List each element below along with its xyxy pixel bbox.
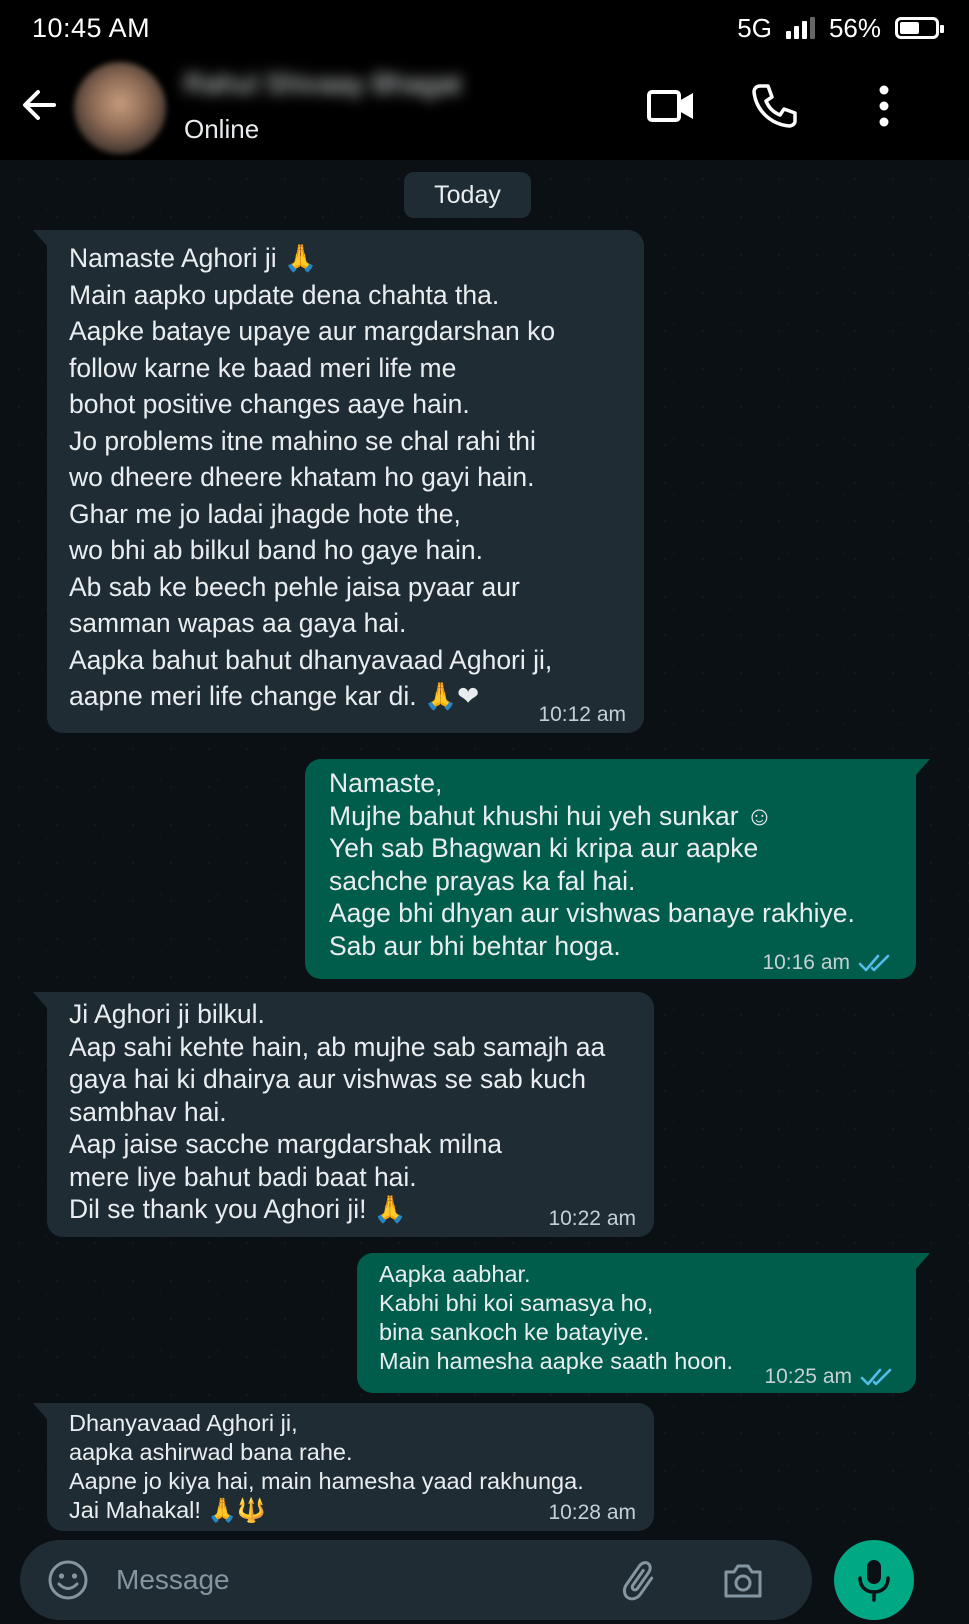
emoji-icon[interactable] xyxy=(46,1558,90,1602)
battery-percent: 56% xyxy=(828,12,881,43)
mic-icon xyxy=(858,1560,890,1602)
status-time: 10:45 AM xyxy=(32,12,151,43)
voice-call-icon[interactable] xyxy=(746,78,802,134)
message-text: Dhanyavaad Aghori ji, aapka ashirwad ban… xyxy=(69,1409,584,1525)
message-line: Ghar me jo ladai jhagde hote the, xyxy=(69,498,461,529)
message-meta: 10:28 am xyxy=(548,1501,636,1525)
incoming-message[interactable]: Namaste Aghori ji 🙏 Main aapko update de… xyxy=(33,230,644,733)
chat-area[interactable]: Today Namaste Aghori ji 🙏 Main aapko upd… xyxy=(0,160,969,1538)
message-line: Yeh sab Bhagwan ki kripa aur aapke xyxy=(329,833,759,863)
message-line: Dhanyavaad Aghori ji, xyxy=(69,1410,298,1436)
message-meta: 10:25 am xyxy=(764,1365,894,1389)
outgoing-message[interactable]: Aapka aabhar. Kabhi bhi koi samasya ho, … xyxy=(357,1253,930,1393)
battery-icon xyxy=(895,17,944,39)
message-line: aapka ashirwad bana rahe. xyxy=(69,1439,353,1465)
date-chip: Today xyxy=(404,172,531,218)
message-line: Aapka aabhar. xyxy=(379,1261,531,1287)
message-time: 10:25 am xyxy=(764,1365,852,1388)
message-meta: 10:16 am xyxy=(762,951,892,975)
message-line: Main aapko update dena chahta tha. xyxy=(69,279,500,310)
battery-level xyxy=(900,22,919,34)
network-type: 5G xyxy=(737,12,772,43)
message-line: samman wapas aa gaya hai. xyxy=(69,608,407,638)
contact-status: Online xyxy=(184,114,260,144)
message-line: Aage bhi dhyan aur vishwas banaye rakhiy… xyxy=(329,898,855,928)
message-line: wo dheere dheere khatam ho gayi hain. xyxy=(69,462,535,492)
message-time: 10:12 am xyxy=(538,703,626,726)
message-line: Ab sab ke beech pehle jaisa pyaar aur xyxy=(69,571,520,602)
avatar[interactable] xyxy=(74,62,166,154)
status-indicators: 5G 56% xyxy=(737,12,944,44)
message-line: follow karne ke baad meri life me xyxy=(69,352,457,383)
back-arrow-icon[interactable] xyxy=(14,80,64,130)
message-line: Namaste Aghori ji 🙏 xyxy=(69,243,318,273)
message-text: Namaste Aghori ji 🙏 Main aapko update de… xyxy=(69,240,555,715)
message-line: Aap jaise sacche margdarshak milna xyxy=(69,1129,503,1159)
message-line: Aapka bahut bahut dhanyavaad Aghori ji, xyxy=(69,644,553,675)
contact-name[interactable]: Rahul Shivaay Bhagat xyxy=(184,68,474,102)
message-line: sambhav hai. xyxy=(69,1096,227,1127)
more-options-icon[interactable] xyxy=(856,78,912,134)
message-line: mere liye bahut badi baat hai. xyxy=(69,1161,417,1192)
read-ticks-icon xyxy=(858,954,890,972)
message-time: 10:28 am xyxy=(548,1501,636,1524)
message-line: Ji Aghori ji bilkul. xyxy=(69,999,265,1029)
voice-message-button[interactable] xyxy=(834,1540,914,1620)
message-line: bohot positive changes aaye hain. xyxy=(69,389,470,419)
message-input[interactable] xyxy=(116,1554,556,1606)
message-line: Aapne jo kiya hai, main hamesha yaad rak… xyxy=(69,1468,584,1494)
chat-header: Rahul Shivaay Bhagat Online xyxy=(0,56,969,160)
message-line: gaya hai ki dhairya aur vishwas se sab k… xyxy=(69,1064,587,1094)
message-line: Namaste, xyxy=(329,768,443,798)
message-line: Aap sahi kehte hain, ab mujhe sab samajh… xyxy=(69,1031,606,1062)
message-time: 10:16 am xyxy=(762,951,850,974)
message-time: 10:22 am xyxy=(548,1207,636,1230)
attach-icon[interactable] xyxy=(618,1558,664,1604)
read-ticks-icon xyxy=(860,1368,892,1386)
message-line: bina sankoch ke batayiye. xyxy=(379,1319,650,1345)
message-line: Main hamesha aapke saath hoon. xyxy=(379,1348,734,1374)
camera-icon[interactable] xyxy=(720,1558,766,1604)
message-line: Jo problems itne mahino se chal rahi thi xyxy=(69,425,536,456)
video-call-icon[interactable] xyxy=(643,78,699,134)
message-line: sachche prayas ka fal hai. xyxy=(329,865,636,896)
signal-icon xyxy=(785,17,815,39)
message-input-container xyxy=(20,1540,812,1620)
status-bar: 10:45 AM 5G 56% xyxy=(0,0,969,56)
message-text: Ji Aghori ji bilkul. Aap sahi kehte hain… xyxy=(69,998,605,1226)
message-line: aapne meri life change kar di. 🙏❤ xyxy=(69,681,480,711)
message-meta: 10:12 am xyxy=(538,703,626,727)
incoming-message[interactable]: Ji Aghori ji bilkul. Aap sahi kehte hain… xyxy=(33,992,654,1237)
message-line: Dil se thank you Aghori ji! 🙏 xyxy=(69,1194,407,1224)
composer-bar xyxy=(0,1538,969,1624)
message-text: Aapka aabhar. Kabhi bhi koi samasya ho, … xyxy=(379,1260,733,1376)
incoming-message[interactable]: Dhanyavaad Aghori ji, aapka ashirwad ban… xyxy=(33,1403,654,1531)
message-text: Namaste, Mujhe bahut khushi hui yeh sunk… xyxy=(329,767,855,962)
outgoing-message[interactable]: Namaste, Mujhe bahut khushi hui yeh sunk… xyxy=(305,759,930,979)
message-meta: 10:22 am xyxy=(548,1207,636,1231)
message-line: Jai Mahakal! 🙏🔱 xyxy=(69,1497,266,1523)
message-line: wo bhi ab bilkul band ho gaye hain. xyxy=(69,535,483,565)
message-line: Mujhe bahut khushi hui yeh sunkar ☺ xyxy=(329,800,773,831)
message-line: Aapke bataye upaye aur margdarshan ko xyxy=(69,316,556,346)
message-line: Kabhi bhi koi samasya ho, xyxy=(379,1290,654,1316)
